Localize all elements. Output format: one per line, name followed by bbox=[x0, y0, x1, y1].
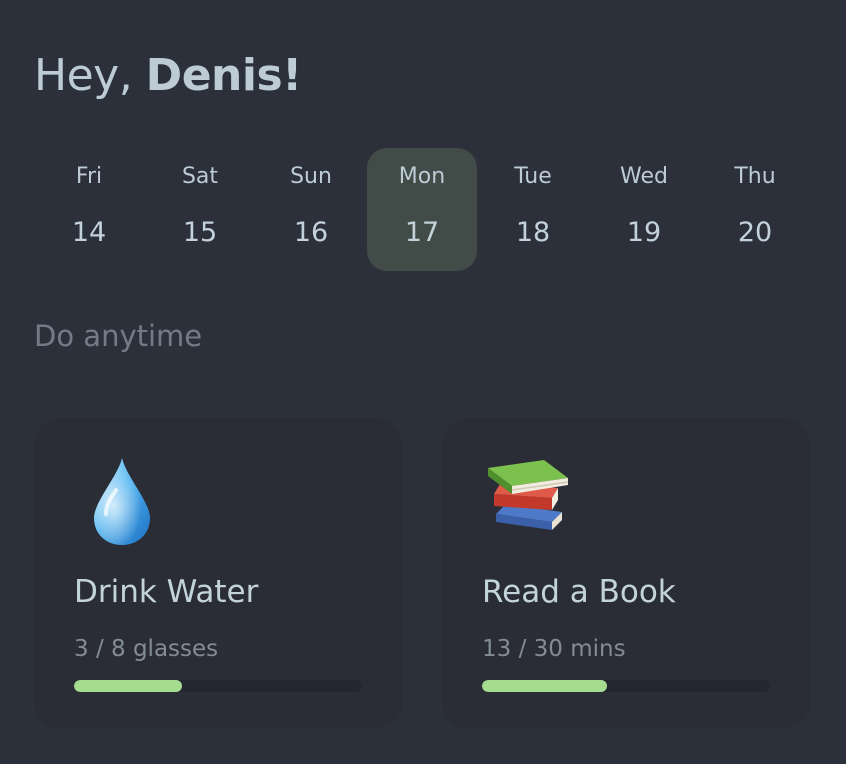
habit-progress-bar bbox=[482, 680, 770, 692]
habit-progress-text: 3 / 8 glasses bbox=[74, 636, 219, 662]
day-wed[interactable]: Wed 19 bbox=[589, 148, 699, 271]
habit-title: Drink Water bbox=[74, 574, 259, 610]
day-number: 20 bbox=[737, 217, 773, 248]
day-number: 18 bbox=[515, 217, 551, 248]
day-tue[interactable]: Tue 18 bbox=[478, 148, 588, 271]
books-icon bbox=[488, 460, 569, 530]
greeting-prefix: Hey, bbox=[34, 50, 146, 101]
habit-progress-bar bbox=[74, 680, 362, 692]
day-of-week-label: Wed bbox=[620, 164, 668, 189]
habit-progress-text: 13 / 30 mins bbox=[482, 636, 626, 662]
habit-card-read-a-book[interactable]: Read a Book 13 / 30 mins bbox=[442, 418, 810, 728]
day-of-week-label: Sat bbox=[181, 164, 219, 189]
day-sun[interactable]: Sun 16 bbox=[256, 148, 366, 271]
day-number: 19 bbox=[626, 217, 662, 248]
day-mon[interactable]: Mon 17 bbox=[367, 148, 477, 271]
day-of-week-label: Thu bbox=[734, 164, 776, 189]
day-of-week-label: Fri bbox=[75, 164, 103, 189]
habit-cards: Drink Water 3 / 8 glasses Read a Book 13… bbox=[34, 418, 810, 728]
water-drop-icon bbox=[94, 458, 150, 545]
day-number: 14 bbox=[71, 217, 107, 248]
greeting-heading: Hey, Denis! bbox=[34, 48, 302, 104]
section-title: Do anytime bbox=[34, 319, 203, 353]
habit-card-drink-water[interactable]: Drink Water 3 / 8 glasses bbox=[34, 418, 402, 728]
day-number: 17 bbox=[404, 217, 440, 248]
day-of-week-label: Mon bbox=[398, 164, 446, 189]
day-of-week-label: Tue bbox=[514, 164, 552, 189]
greeting-user-name: Denis! bbox=[145, 50, 303, 101]
day-thu[interactable]: Thu 20 bbox=[700, 148, 810, 271]
habit-progress-fill bbox=[74, 680, 182, 692]
day-fri[interactable]: Fri 14 bbox=[34, 148, 144, 271]
day-number: 15 bbox=[182, 217, 218, 248]
week-day-selector: Fri 14 Sat 15 Sun 16 Mon 17 Tue 18 Wed 1… bbox=[34, 148, 810, 271]
habit-title: Read a Book bbox=[482, 574, 676, 610]
habit-progress-fill bbox=[482, 680, 607, 692]
day-number: 16 bbox=[293, 217, 329, 248]
day-of-week-label: Sun bbox=[290, 164, 332, 189]
day-sat[interactable]: Sat 15 bbox=[145, 148, 255, 271]
